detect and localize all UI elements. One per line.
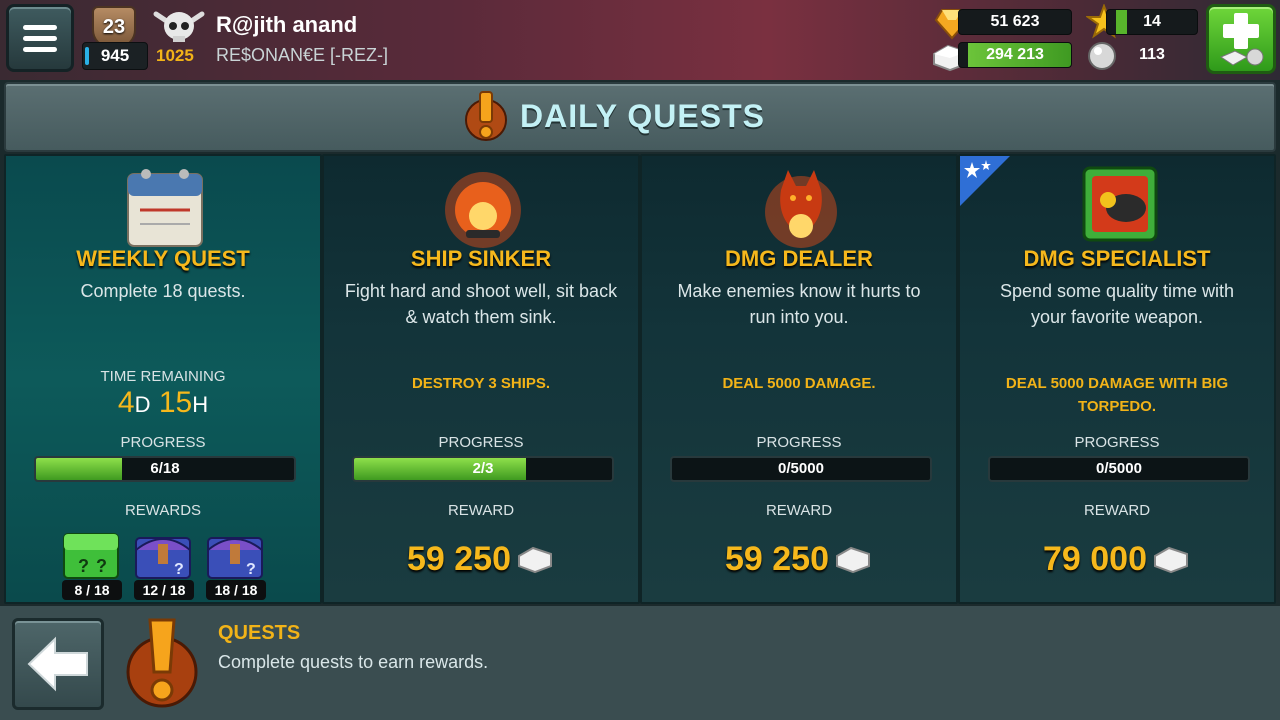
- back-button[interactable]: [12, 618, 104, 710]
- progress-text: 0/5000: [1096, 460, 1142, 477]
- exclamation-quest-icon: [126, 618, 198, 708]
- progress-text: 6/18: [150, 460, 180, 477]
- guild-name[interactable]: RE$ONAN€E [-REZ-]: [216, 45, 388, 66]
- menu-icon-line: [23, 24, 57, 30]
- dmg-dealer-card[interactable]: DMG DEALER Make enemies know it hurts to…: [640, 154, 958, 604]
- reward-amount: 59 250: [642, 540, 956, 579]
- page-title: DAILY QUESTS: [520, 98, 765, 134]
- card-description: Make enemies know it hurts to run into y…: [677, 281, 921, 327]
- top-bar: 23 945 1025 R@jith anand RE$ONAN€E [-REZ…: [0, 0, 1280, 80]
- rank-points: 1025: [156, 46, 194, 65]
- calendar-icon: [127, 169, 203, 247]
- exclamation-quest-icon: [465, 91, 507, 141]
- silver-counter: 294 213: [958, 42, 1072, 68]
- star-ribbon-icon: [960, 156, 1010, 206]
- reward-amount: 59 250: [324, 540, 638, 579]
- reward-label: REWARD: [1083, 502, 1151, 519]
- time-days-unit: D: [134, 392, 151, 417]
- skull-rank-icon[interactable]: [152, 6, 206, 48]
- card-title: DMG DEALER: [725, 246, 873, 271]
- footer-panel: QUESTS Complete quests to earn rewards.: [0, 606, 1280, 720]
- reward-amount: 79 000: [960, 540, 1274, 579]
- chest-requirement: 12 / 18: [134, 580, 194, 600]
- reward-label: REWARD: [447, 502, 515, 519]
- silver-icon: [1154, 546, 1188, 573]
- chest-requirement: 18 / 18: [206, 580, 266, 600]
- reward-value: 59 250: [725, 540, 829, 578]
- card-description: Complete 18 quests.: [80, 281, 246, 301]
- card-title: WEEKLY QUEST: [76, 246, 250, 271]
- green-chest-icon[interactable]: ? ?: [60, 528, 122, 582]
- svg-text:?: ?: [246, 561, 256, 578]
- footer-description: Complete quests to earn rewards.: [218, 652, 489, 672]
- rewards-label: REWARDS: [124, 502, 202, 519]
- progress-label: PROGRESS: [120, 434, 206, 451]
- progress-bar: 0/5000: [988, 456, 1250, 482]
- demon-fire-icon: [765, 170, 837, 248]
- progress-label: PROGRESS: [756, 434, 842, 451]
- svg-text:?: ?: [96, 556, 107, 576]
- svg-text:?: ?: [78, 556, 89, 576]
- footer-title: QUESTS: [218, 622, 301, 644]
- xp-counter: 945: [82, 42, 148, 70]
- reward-value: 79 000: [1043, 540, 1147, 578]
- gems-counter: 51 623: [958, 9, 1072, 35]
- explosion-ship-icon: [445, 172, 521, 248]
- svg-text:?: ?: [174, 561, 184, 578]
- plus-icon: [1219, 13, 1264, 66]
- progress-label: PROGRESS: [1074, 434, 1160, 451]
- time-hours-unit: H: [192, 392, 209, 417]
- player-name[interactable]: R@jith anand: [216, 12, 357, 38]
- progress-text: 0/5000: [778, 460, 824, 477]
- progress-bar: 2/3: [352, 456, 614, 482]
- weekly-quest-card[interactable]: WEEKLY QUEST Complete 18 quests. TIME RE…: [4, 154, 322, 604]
- time-remaining-value: 4D 15H: [6, 386, 320, 420]
- torpedo-weapon-icon: [1082, 166, 1158, 242]
- silver-icon: [518, 546, 552, 573]
- time-days: 4: [117, 386, 135, 419]
- menu-button[interactable]: [6, 4, 74, 72]
- back-arrow-icon: [27, 636, 88, 692]
- quest-task: DESTROY 3 SHIPS.: [411, 375, 551, 392]
- progress-label: PROGRESS: [438, 434, 524, 451]
- time-hours: 15: [158, 386, 193, 419]
- progress-bar: 6/18: [34, 456, 296, 482]
- quest-cards: WEEKLY QUEST Complete 18 quests. TIME RE…: [4, 154, 1276, 604]
- card-title: SHIP SINKER: [410, 246, 552, 271]
- quest-task: DEAL 5000 DAMAGE WITH BIG TORPEDO.: [1005, 375, 1229, 415]
- purple-chest-icon[interactable]: ?: [204, 528, 266, 582]
- pearls-counter: 113: [1139, 46, 1165, 63]
- card-description: Spend some quality time with your favori…: [999, 281, 1235, 327]
- reward-label: REWARD: [765, 502, 833, 519]
- add-currency-button[interactable]: [1206, 4, 1276, 74]
- dmg-specialist-card[interactable]: DMG SPECIALIST Spend some quality time w…: [958, 154, 1276, 604]
- silver-icon: [836, 546, 870, 573]
- time-remaining-label: TIME REMAINING: [100, 368, 226, 385]
- progress-bar: 0/5000: [670, 456, 932, 482]
- purple-chest-icon[interactable]: ?: [132, 528, 194, 582]
- card-description: Fight hard and shoot well, sit back & wa…: [344, 281, 618, 327]
- progress-text: 2/3: [472, 460, 494, 477]
- stars-counter: 14: [1106, 9, 1198, 35]
- menu-icon-line: [23, 35, 57, 41]
- menu-icon-line: [23, 46, 57, 52]
- ship-sinker-card[interactable]: SHIP SINKER Fight hard and shoot well, s…: [322, 154, 640, 604]
- quest-task: DEAL 5000 DAMAGE.: [722, 375, 876, 392]
- chest-requirement: 8 / 18: [62, 580, 122, 600]
- reward-value: 59 250: [407, 540, 511, 578]
- card-title: DMG SPECIALIST: [1023, 246, 1211, 271]
